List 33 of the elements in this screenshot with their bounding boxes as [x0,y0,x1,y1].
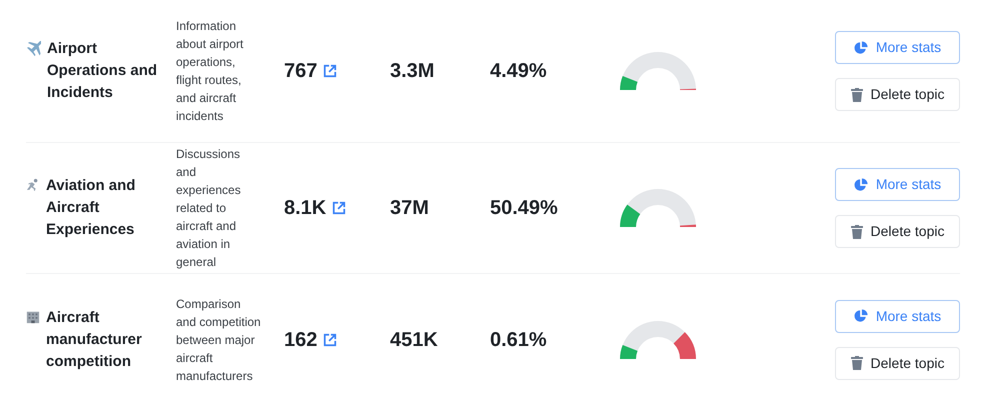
running-figure-icon [26,178,40,192]
delete-topic-button[interactable]: Delete topic [835,215,960,248]
external-link-icon[interactable] [332,201,346,215]
topic-description: Information about airport operations, flight routes, and aircraft incidents [176,18,244,125]
post-count: 8.1K [284,196,326,221]
pie-chart-icon [854,309,868,323]
delete-topic-button[interactable]: Delete topic [835,346,960,380]
pie-chart-icon [854,178,868,192]
trash-icon [850,88,863,102]
more-stats-button[interactable]: More stats [835,168,960,201]
post-count: 162 [284,328,318,352]
topic-percentage: 50.49% [490,196,559,221]
airplane-icon [26,41,41,56]
topic-size: 451K [390,328,439,352]
topic-title: Aircraft manufacturer competition [46,308,143,372]
topic-size: 37M [390,196,430,221]
topic-description: Comparison and competition between major aircraft manufacturers [176,296,262,384]
trash-icon [850,224,863,238]
external-link-icon[interactable] [323,332,338,346]
pie-chart-icon [854,40,868,54]
topic-title: Airport Operations and Incidents [47,39,158,103]
topic-percentage: 0.61% [490,328,548,352]
building-icon [26,310,40,324]
delete-topic-button[interactable]: Delete topic [835,78,960,111]
more-stats-button[interactable]: More stats [835,31,960,64]
topic-title: Aviation and Aircraft Experiences [46,176,136,240]
topic-description: Discussions and experiences related to aircraft and aviation in general [176,146,242,271]
trash-icon [850,356,863,370]
more-stats-button[interactable]: More stats [835,300,960,332]
post-count: 767 [284,59,318,84]
external-link-icon[interactable] [323,64,338,78]
topic-size: 3.3M [390,59,436,84]
topic-percentage: 4.49% [490,59,548,84]
